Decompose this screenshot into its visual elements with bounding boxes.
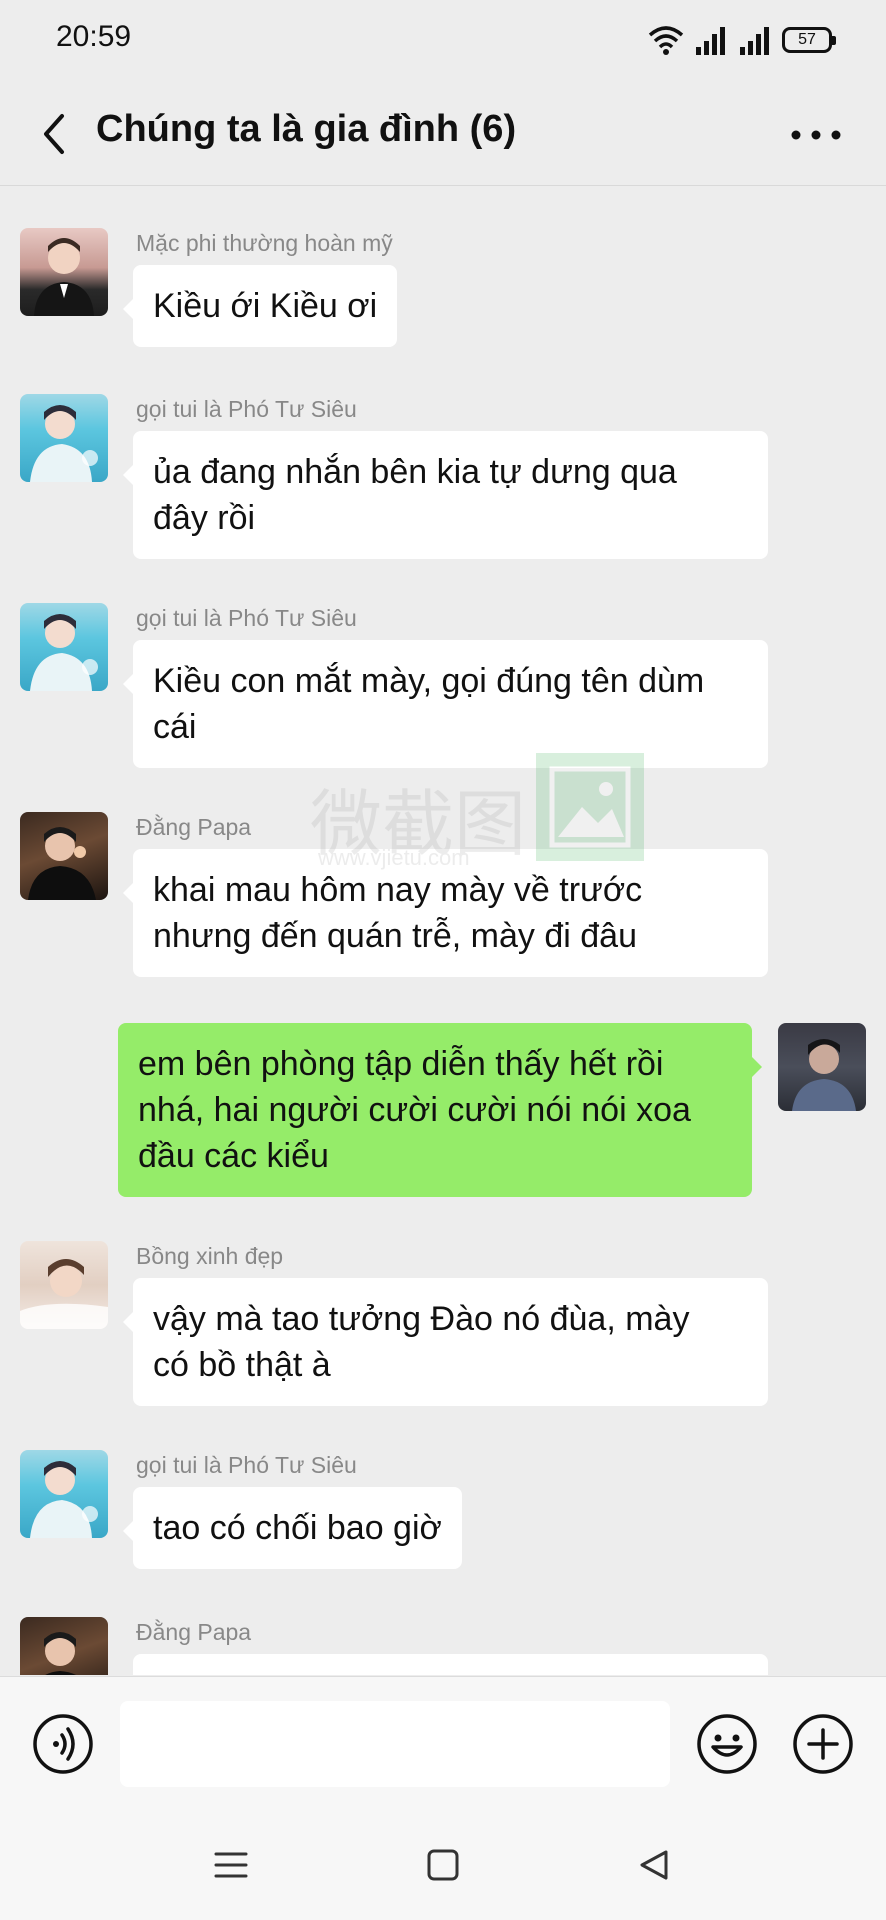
watermark-url: www.vjietu.com	[318, 845, 470, 870]
message-bubble[interactable]: Kiều ới Kiều ơi	[122, 265, 398, 347]
avatar-image	[792, 1039, 856, 1111]
more-button[interactable]	[786, 110, 846, 160]
signal-icon	[696, 27, 725, 55]
avatar-image	[28, 827, 96, 900]
status-icons: 57	[648, 22, 836, 58]
message-bubble[interactable]: ủa đang nhắn bên kia tự dưng qua đây rồi	[123, 431, 768, 559]
message-input[interactable]	[120, 1701, 670, 1787]
message-bubble[interactable]: tao có chối bao giờ	[123, 1487, 462, 1569]
menu-button[interactable]	[206, 1840, 256, 1890]
avatar[interactable]	[20, 228, 108, 316]
avatar[interactable]	[20, 1450, 108, 1538]
sender-name: Đằng Papa	[136, 1619, 252, 1645]
battery-level: 57	[798, 31, 816, 48]
page-title: Chúng ta là gia đình (6)	[96, 108, 517, 150]
home-button[interactable]	[418, 1840, 468, 1890]
watermark: 微截图 www.vjietu.com	[310, 753, 650, 875]
avatar[interactable]	[20, 394, 108, 482]
plus-icon	[793, 1714, 853, 1774]
avatar[interactable]	[20, 812, 108, 900]
voice-icon	[33, 1714, 93, 1774]
sender-name: Mặc phi thường hoàn mỹ	[136, 230, 393, 256]
status-bar: 20:59 57	[0, 0, 886, 80]
status-time: 20:59	[56, 20, 132, 53]
message-bubble[interactable]	[133, 1654, 768, 1675]
battery-icon: 57	[782, 27, 836, 53]
signal-icon	[740, 27, 769, 55]
sender-name: gọi tui là Phó Tư Siêu	[136, 396, 357, 422]
wifi-icon	[648, 26, 684, 55]
back-button[interactable]	[30, 104, 90, 164]
avatar[interactable]	[20, 1617, 108, 1675]
sender-name: gọi tui là Phó Tư Siêu	[136, 1452, 357, 1478]
emoji-icon	[697, 1714, 757, 1774]
menu-icon	[214, 1852, 248, 1878]
avatar-image	[20, 1259, 108, 1329]
voice-button[interactable]	[32, 1713, 94, 1775]
sender-name: Đằng Papa	[136, 814, 252, 840]
avatar[interactable]	[778, 1023, 866, 1111]
sender-name: gọi tui là Phó Tư Siêu	[136, 605, 357, 631]
back-nav-button[interactable]	[630, 1840, 680, 1890]
avatar-image	[34, 238, 94, 316]
message-bubble[interactable]: em bên phòng tập diễn thấy hết rồi nhá, …	[118, 1023, 762, 1197]
avatar-image	[30, 1461, 98, 1538]
avatar-image	[30, 405, 98, 482]
emoji-button[interactable]	[696, 1713, 758, 1775]
avatar-image	[30, 614, 98, 691]
more-dots-icon	[791, 130, 841, 140]
input-bar	[0, 1676, 886, 1810]
message-list[interactable]: Mặc phi thường hoàn mỹ Kiều ới Kiều ơi g…	[0, 187, 886, 1675]
avatar[interactable]	[20, 603, 108, 691]
avatar[interactable]	[20, 1241, 108, 1329]
back-triangle-icon	[640, 1850, 668, 1880]
chevron-left-icon	[44, 114, 64, 154]
home-icon	[427, 1849, 459, 1881]
more-options-button[interactable]	[792, 1713, 854, 1775]
chat-header: Chúng ta là gia đình (6)	[0, 80, 886, 186]
message-bubble[interactable]: Kiều con mắt mày, gọi đúng tên dùm cái	[123, 640, 768, 768]
sender-name: Bồng xinh đẹp	[136, 1243, 284, 1269]
message-bubble[interactable]: vậy mà tao tưởng Đào nó đùa, mày có bồ t…	[123, 1278, 768, 1406]
system-nav-bar	[0, 1810, 886, 1920]
image-icon	[536, 753, 644, 861]
avatar-image	[44, 1632, 76, 1675]
